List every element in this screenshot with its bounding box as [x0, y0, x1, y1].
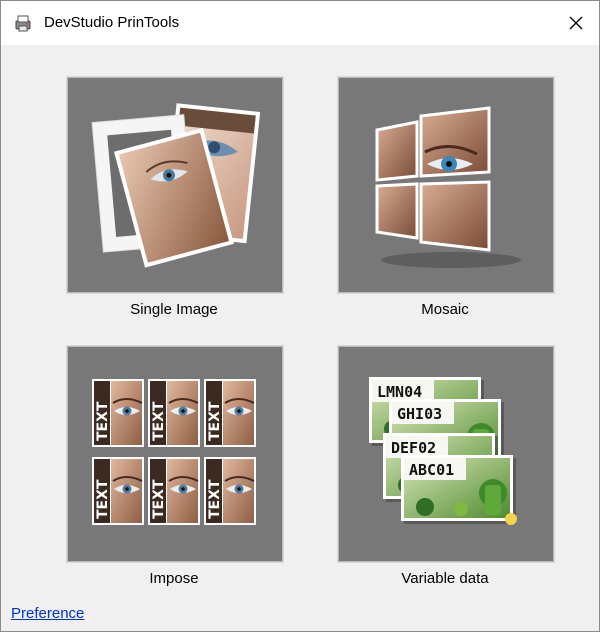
- impose-card-text: TEXT: [95, 479, 111, 519]
- impose-icon: TEXT TEXT TEXT TEXT TEXT TEXT: [92, 379, 256, 525]
- close-button[interactable]: [553, 1, 599, 45]
- impose-card-text: TEXT: [207, 401, 223, 441]
- mosaic-icon: [375, 106, 521, 268]
- single-image-label: Single Image: [130, 301, 218, 318]
- impose-card-text: TEXT: [95, 401, 111, 441]
- impose-card-text: TEXT: [151, 401, 167, 441]
- variable-data-card-code: GHI03: [397, 405, 442, 423]
- impose-label: Impose: [149, 570, 199, 587]
- close-icon: [569, 16, 583, 30]
- variable-data-icon: LMN04 GHI03 DEF02 ABC01: [369, 377, 517, 525]
- variable-data-card: ABC01: [401, 455, 516, 524]
- single-image-icon: [91, 103, 261, 268]
- variable-data-label: Variable data: [401, 570, 489, 587]
- variable-data-card-code: ABC01: [409, 461, 454, 479]
- title-bar: DevStudio PrinTools: [1, 1, 599, 45]
- impose-card: TEXT: [148, 379, 200, 447]
- impose-tile[interactable]: TEXT TEXT TEXT TEXT TEXT TEXT: [67, 346, 283, 562]
- impose-card: TEXT: [92, 457, 144, 525]
- impose-card-text: TEXT: [207, 479, 223, 519]
- impose-card: TEXT: [148, 457, 200, 525]
- variable-data-card-code: DEF02: [391, 439, 436, 457]
- preference-link[interactable]: Preference: [11, 605, 84, 622]
- window-title: DevStudio PrinTools: [44, 14, 180, 31]
- impose-card: TEXT: [92, 379, 144, 447]
- variable-data-tile[interactable]: LMN04 GHI03 DEF02 ABC01: [338, 346, 554, 562]
- impose-card-text: TEXT: [151, 479, 167, 519]
- mosaic-label: Mosaic: [421, 301, 469, 318]
- main-window: DevStudio PrinTools Single Image Mosaic …: [0, 0, 600, 632]
- impose-card: TEXT: [204, 379, 256, 447]
- printer-app-icon: [15, 15, 31, 32]
- variable-data-card-code: LMN04: [377, 383, 422, 401]
- impose-card: TEXT: [204, 457, 256, 525]
- single-image-tile[interactable]: [67, 77, 283, 293]
- mosaic-tile[interactable]: [338, 77, 554, 293]
